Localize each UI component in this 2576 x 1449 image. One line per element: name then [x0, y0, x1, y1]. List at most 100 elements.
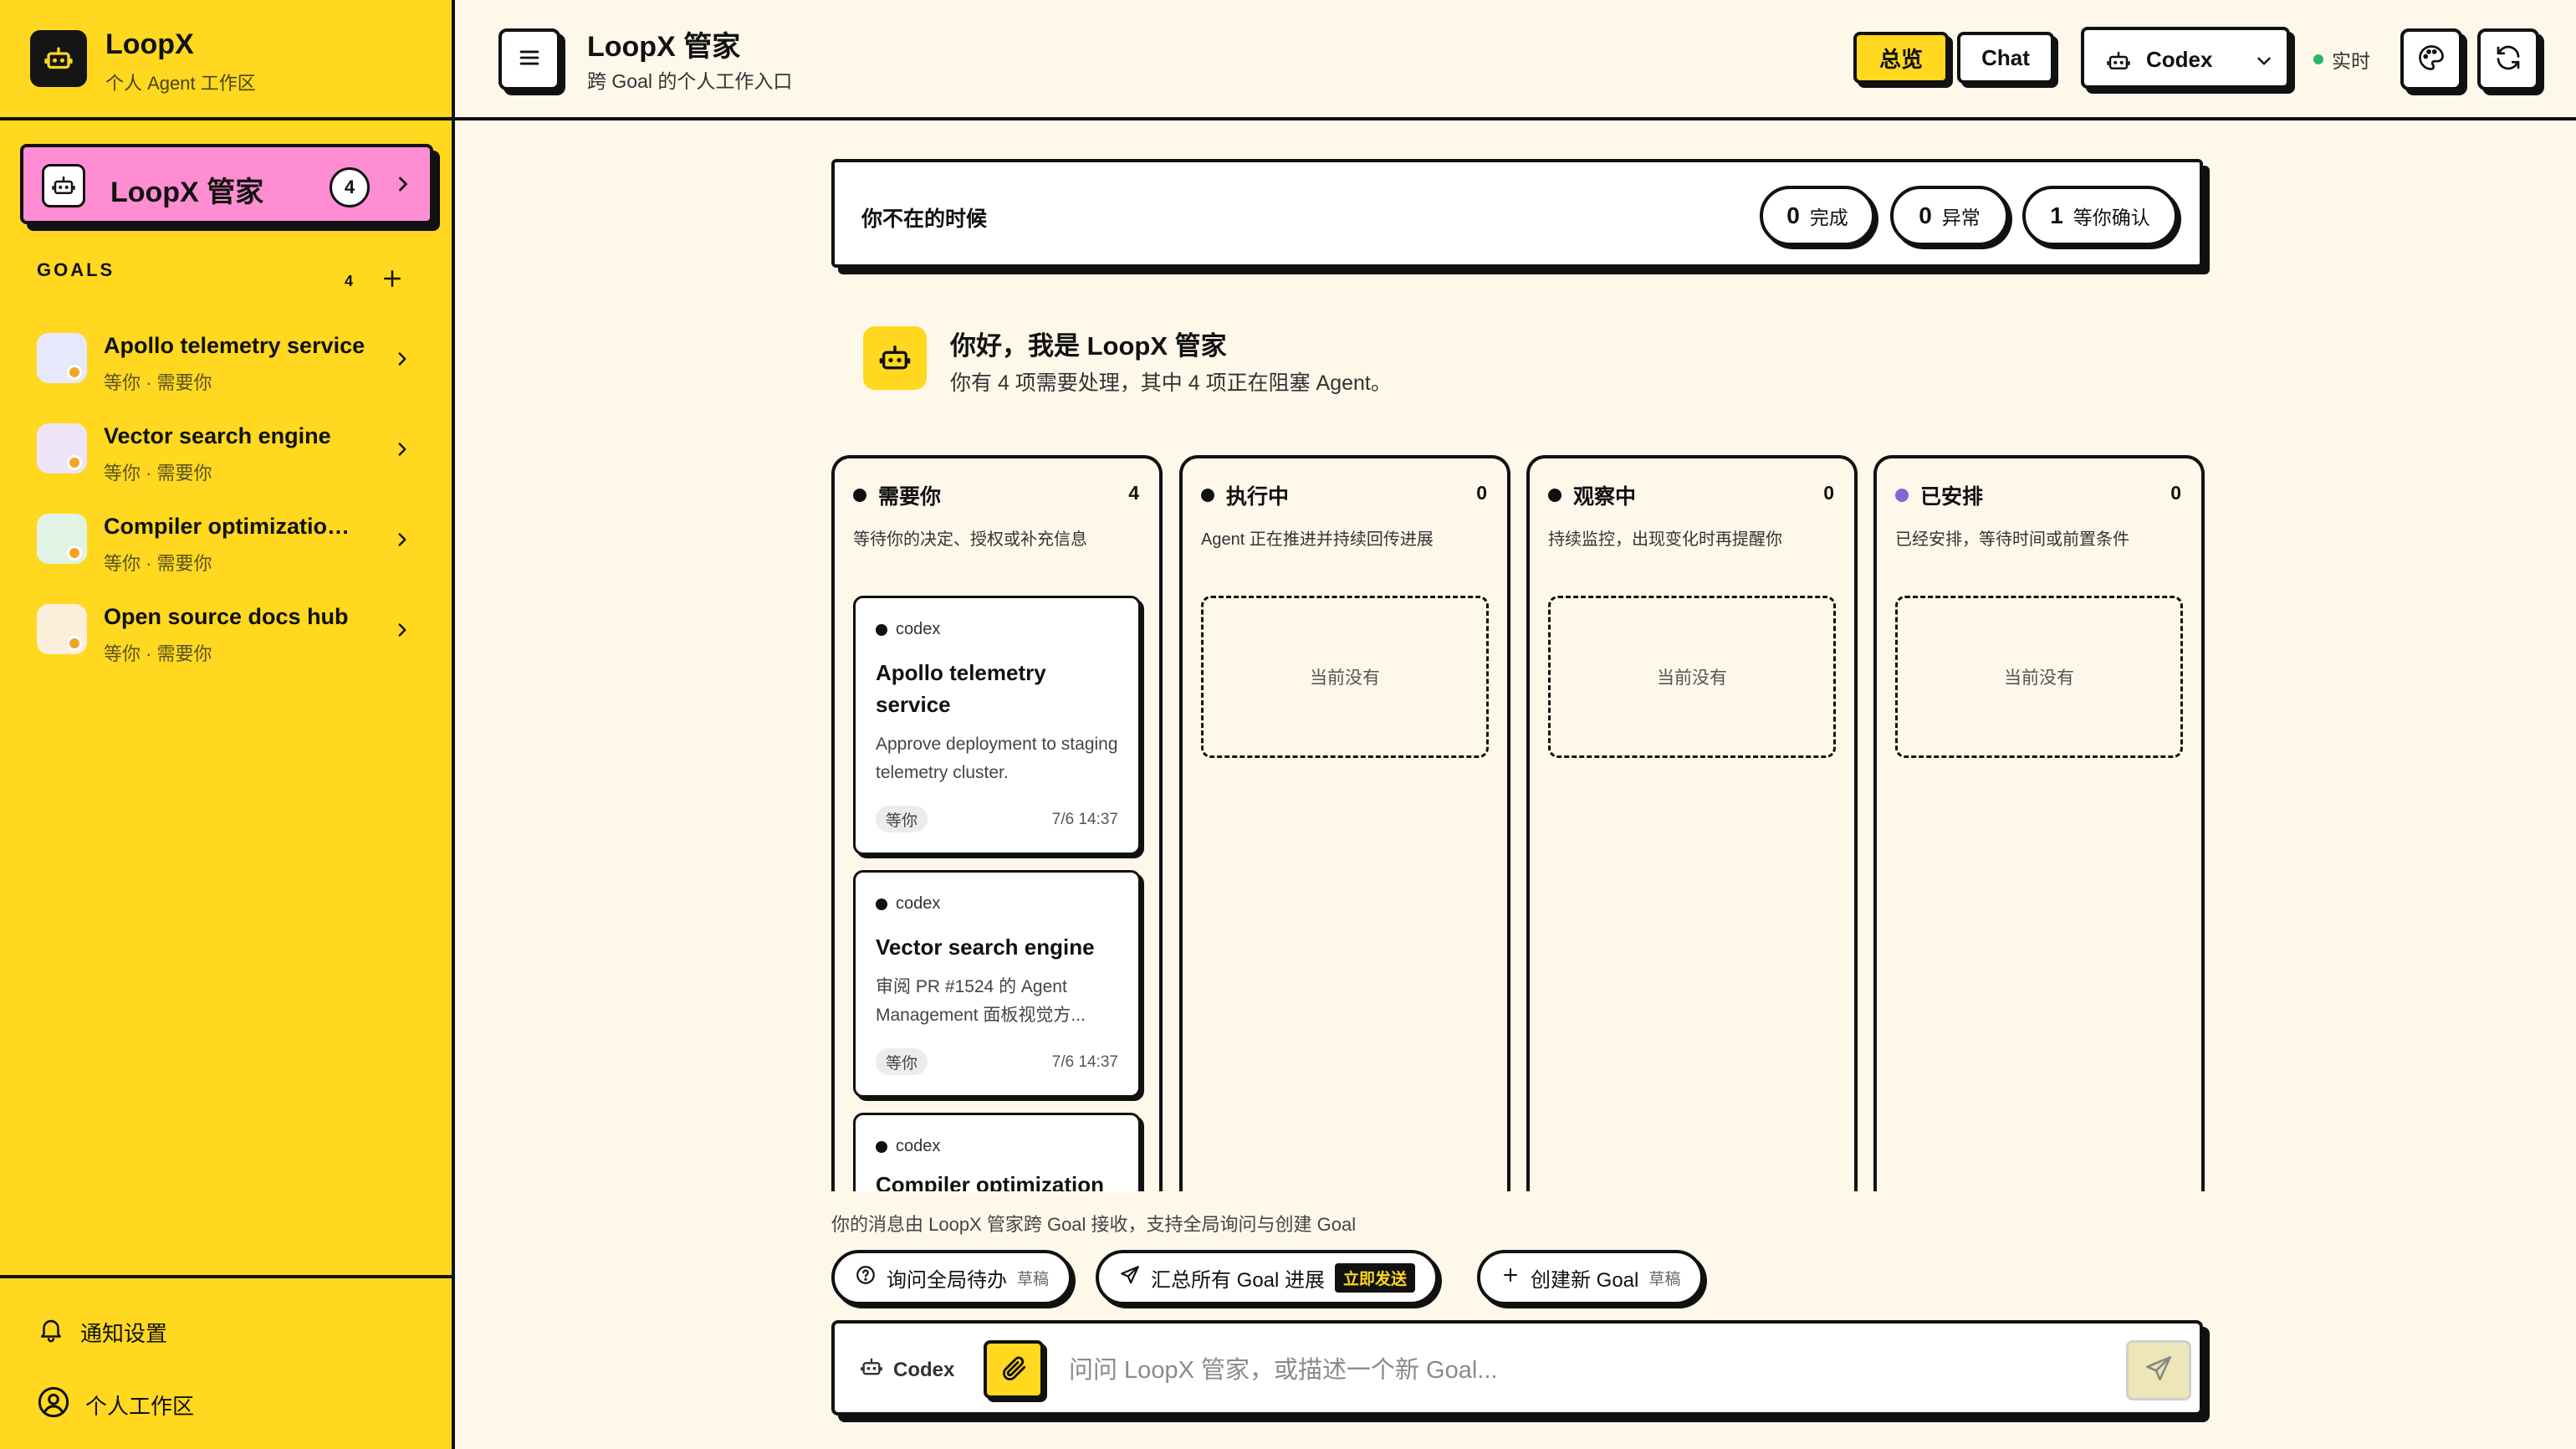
- chevron-right-icon: [391, 438, 413, 464]
- card-timestamp: 7/6 14:37: [1051, 811, 1118, 828]
- card-agent: codex: [876, 1137, 940, 1156]
- column-count: 0: [1476, 482, 1487, 504]
- column-count: 0: [1823, 482, 1834, 504]
- card-description: 审阅 PR #1524 的 Agent Management 面板视觉方...: [876, 977, 1086, 1025]
- top-bar: LoopX 管家 跨 Goal 的个人工作入口 总览 Chat Codex 实时: [455, 0, 2576, 120]
- card-status-tag: 等你: [876, 1048, 928, 1075]
- card-agent: codex: [876, 894, 940, 914]
- sidebar-goal-item[interactable]: Open source docs hub 等你 · 需要你: [37, 597, 422, 673]
- tab-chat[interactable]: Chat: [1957, 32, 2054, 84]
- page-title: LoopX 管家: [587, 31, 741, 63]
- notification-settings-link[interactable]: 通知设置: [37, 1315, 167, 1349]
- composer-agent-label: Codex: [893, 1358, 955, 1381]
- sidebar-item-butler[interactable]: LoopX 管家 4: [20, 144, 433, 224]
- pill-label: 完成: [1809, 207, 1848, 228]
- task-card[interactable]: codex Compiler optimization: [853, 1113, 1141, 1191]
- empty-state: 当前没有: [1895, 596, 2183, 758]
- empty-state: 当前没有: [1548, 596, 1836, 758]
- card-description: Approve deployment to staging telemetry …: [876, 735, 1118, 782]
- task-card[interactable]: codex Apollo telemetry service Approve d…: [853, 596, 1141, 855]
- send-icon: [2144, 1354, 2174, 1388]
- ask-global-todo-chip[interactable]: 询问全局待办 草稿: [831, 1250, 1073, 1305]
- away-summary-title: 你不在的时候: [861, 207, 988, 231]
- workspace-link[interactable]: 个人工作区: [37, 1385, 194, 1425]
- live-status-label: 实时: [2332, 50, 2370, 72]
- card-status-tag: 等你: [876, 806, 928, 832]
- chip-tag: 草稿: [1648, 1270, 1681, 1288]
- column-in-progress: 执行中 0 Agent 正在推进并持续回传进展 当前没有: [1179, 455, 1510, 1191]
- goal-name: Vector search engine: [104, 423, 331, 448]
- column-description: Agent 正在推进并持续回传进展: [1201, 530, 1434, 549]
- card-agent-label: codex: [896, 620, 941, 638]
- chevron-right-icon: [391, 172, 415, 200]
- palette-icon: [2416, 43, 2446, 77]
- sidebar-footer: 通知设置 个人工作区: [0, 1275, 452, 1449]
- goal-meta: 等你 · 需要你: [104, 553, 212, 574]
- chevron-right-icon: [391, 529, 413, 555]
- sidebar-item-label: LoopX 管家: [110, 177, 264, 208]
- column-title: 需要你: [878, 485, 942, 509]
- pill-count: 0: [1786, 202, 1800, 228]
- paperclip-icon: [999, 1354, 1028, 1386]
- completed-pill[interactable]: 0 完成: [1760, 186, 1875, 246]
- card-agent-label: codex: [896, 894, 941, 913]
- agent-dot: [876, 1140, 887, 1153]
- composer-hint: 你的消息由 LoopX 管家跨 Goal 接收，支持全局询问与创建 Goal: [831, 1214, 1357, 1235]
- theme-button[interactable]: [2400, 28, 2462, 90]
- composer-agent-select[interactable]: Codex: [860, 1355, 954, 1385]
- add-goal-button[interactable]: [380, 266, 405, 295]
- column-count: 0: [2170, 482, 2181, 504]
- sidebar-goal-item[interactable]: Apollo telemetry service 等你 · 需要你: [37, 326, 422, 402]
- card-title: Compiler optimization: [876, 1172, 1104, 1191]
- awaiting-confirmation-pill[interactable]: 1 等你确认: [2022, 186, 2178, 246]
- goal-meta: 等你 · 需要你: [104, 372, 212, 393]
- pill-count: 0: [1919, 202, 1932, 228]
- card-timestamp: 7/6 14:37: [1051, 1053, 1118, 1071]
- send-button[interactable]: [2126, 1340, 2191, 1400]
- menu-icon: [515, 44, 544, 76]
- error-pill[interactable]: 0 异常: [1890, 186, 2009, 246]
- column-description: 等待你的决定、授权或补充信息: [853, 530, 1087, 549]
- task-card[interactable]: codex Vector search engine 审阅 PR #1524 的…: [853, 870, 1141, 1098]
- sidebar: LoopX 个人 Agent 工作区 LoopX 管家 4 GOALS 4 Ap…: [0, 0, 455, 1449]
- agent-select-value: Codex: [2146, 47, 2213, 72]
- chevron-right-icon: [391, 619, 413, 645]
- page-subtitle: 跨 Goal 的个人工作入口: [587, 70, 793, 92]
- goal-name: Compiler optimization research: [104, 514, 355, 539]
- bell-icon: [37, 1315, 65, 1349]
- summarize-goals-chip[interactable]: 汇总所有 Goal 进展 立即发送: [1096, 1250, 1439, 1305]
- sidebar-goal-item[interactable]: Vector search engine 等你 · 需要你: [37, 417, 422, 492]
- goal-meta: 等你 · 需要你: [104, 463, 212, 484]
- butler-count-badge: 4: [330, 167, 370, 207]
- away-summary: 你不在的时候 0 完成 0 异常 1 等你确认: [831, 159, 2203, 268]
- empty-state: 当前没有: [1201, 596, 1489, 758]
- sidebar-goal-item[interactable]: Compiler optimization research 等你 · 需要你: [37, 507, 422, 582]
- greeting-subtitle: 你有 4 项需要处理，其中 4 项正在阻塞 Agent。: [950, 371, 1392, 395]
- pill-label: 异常: [1941, 207, 1981, 228]
- goals-count: 4: [345, 273, 354, 289]
- agent-select[interactable]: Codex: [2081, 27, 2290, 89]
- create-goal-chip[interactable]: 创建新 Goal 草稿: [1477, 1250, 1705, 1305]
- chip-label: 创建新 Goal: [1531, 1268, 1639, 1292]
- card-title: Apollo telemetry service: [876, 660, 1046, 717]
- robot-icon: [863, 326, 927, 390]
- chevron-right-icon: [391, 348, 413, 374]
- card-agent: codex: [876, 620, 940, 639]
- column-title: 观察中: [1573, 485, 1637, 509]
- menu-button[interactable]: [498, 28, 560, 90]
- goal-status-dot: [67, 636, 82, 651]
- column-status-dot: [1895, 489, 1909, 502]
- column-title: 已安排: [1920, 485, 1984, 509]
- goal-meta: 等你 · 需要你: [104, 643, 212, 664]
- help-circle-icon: [855, 1264, 877, 1292]
- column-status-dot: [853, 489, 866, 502]
- card-agent-label: codex: [896, 1137, 941, 1155]
- attach-button[interactable]: [984, 1340, 1044, 1399]
- column-description: 持续监控，出现变化时再提醒你: [1548, 530, 1782, 549]
- refresh-button[interactable]: [2477, 28, 2539, 90]
- tab-overview[interactable]: 总览: [1853, 32, 1949, 84]
- column-status-dot: [1548, 489, 1561, 502]
- message-input[interactable]: [1069, 1347, 2106, 1394]
- chip-label: 询问全局待办: [887, 1268, 1007, 1292]
- goal-status-dot: [67, 365, 82, 380]
